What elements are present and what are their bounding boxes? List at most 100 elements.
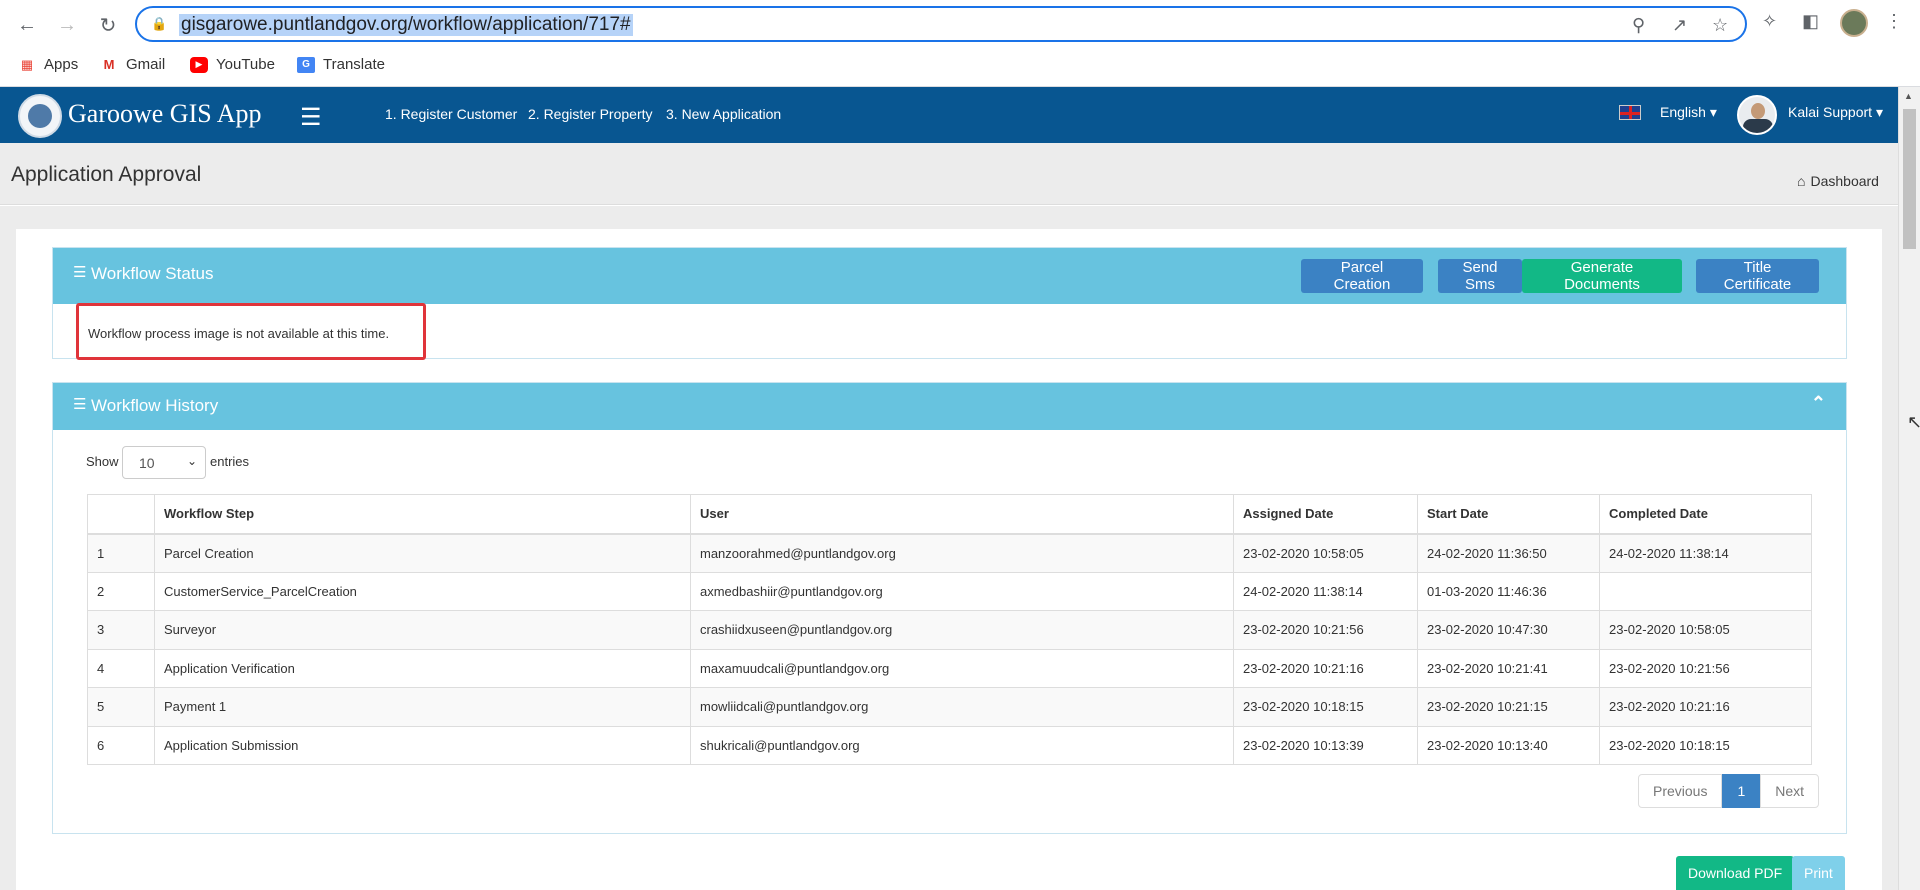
workflow-history-title: Workflow History <box>91 396 219 415</box>
column-header-workflow-step[interactable]: Workflow Step <box>154 494 691 535</box>
uk-flag-icon <box>1619 105 1641 120</box>
user-avatar[interactable] <box>1737 95 1777 135</box>
table-row: 6 Application Submission shukricali@punt… <box>87 725 1812 765</box>
app-logo[interactable] <box>18 94 62 138</box>
cell-user: axmedbashiir@puntlandgov.org <box>690 571 1234 611</box>
language-label: English <box>1660 104 1706 120</box>
bookmark-star-icon[interactable]: ☆ <box>1712 15 1728 36</box>
cell-completed-date: 23-02-2020 10:21:56 <box>1599 648 1812 688</box>
table-row: 5 Payment 1 mowliidcali@puntlandgov.org … <box>87 687 1812 727</box>
cell-assigned-date: 24-02-2020 11:38:14 <box>1233 571 1418 611</box>
nav-register-customer[interactable]: 1. Register Customer <box>385 106 517 122</box>
pagination: Previous 1 Next <box>1638 774 1820 808</box>
app-title[interactable]: Garoowe GIS App <box>68 99 262 129</box>
cell-index: 2 <box>87 571 155 611</box>
cell-index: 6 <box>87 725 155 765</box>
cell-assigned-date: 23-02-2020 10:58:05 <box>1233 533 1418 573</box>
bookmark-translate[interactable]: G Translate <box>297 56 385 73</box>
workflow-status-title: Workflow Status <box>91 264 214 283</box>
browser-chrome: ← → ↻ 🔒 gisgarowe.puntlandgov.org/workfl… <box>0 0 1920 87</box>
cell-start-date: 23-02-2020 10:21:15 <box>1417 687 1600 727</box>
bookmark-label: Translate <box>323 56 385 73</box>
cell-workflow-step: Payment 1 <box>154 687 691 727</box>
reload-icon[interactable]: ↻ <box>93 10 123 40</box>
language-dropdown[interactable]: English ▾ <box>1660 104 1717 121</box>
cell-start-date: 23-02-2020 10:47:30 <box>1417 610 1600 650</box>
cell-user: mowliidcali@puntlandgov.org <box>690 687 1234 727</box>
cell-index: 3 <box>87 610 155 650</box>
cell-completed-date: 23-02-2020 10:21:16 <box>1599 687 1812 727</box>
hamburger-menu-icon[interactable]: ☰ <box>300 103 322 132</box>
cell-workflow-step: Application Submission <box>154 725 691 765</box>
cell-completed-date: 23-02-2020 10:58:05 <box>1599 610 1812 650</box>
lock-icon: 🔒 <box>151 16 168 31</box>
bookmark-gmail[interactable]: M Gmail <box>100 56 166 73</box>
forward-icon[interactable]: → <box>52 10 82 40</box>
zoom-icon[interactable]: ⚲ <box>1632 15 1645 36</box>
column-header-index[interactable] <box>87 494 155 535</box>
pagination-previous[interactable]: Previous <box>1638 774 1723 808</box>
nav-new-application[interactable]: 3. New Application <box>666 106 781 122</box>
apps-grid-icon: ▦ <box>20 56 34 72</box>
table-row: 1 Parcel Creation manzoorahmed@puntlandg… <box>87 533 1812 573</box>
mouse-cursor-icon: ↖ <box>1907 412 1920 432</box>
address-bar[interactable]: 🔒 gisgarowe.puntlandgov.org/workflow/app… <box>135 6 1747 42</box>
bookmark-apps[interactable]: ▦ Apps <box>18 56 78 73</box>
cell-assigned-date: 23-02-2020 10:21:56 <box>1233 610 1418 650</box>
pagination-next[interactable]: Next <box>1760 774 1820 808</box>
caret-down-icon: ▾ <box>1709 104 1717 120</box>
page-scrollbar[interactable]: ▲ <box>1898 87 1920 890</box>
page-title: Application Approval <box>11 163 202 186</box>
pagination-page-1[interactable]: 1 <box>1722 774 1761 808</box>
side-panel-icon[interactable]: ◧ <box>1802 11 1819 32</box>
cell-user: shukricali@puntlandgov.org <box>690 725 1234 765</box>
send-sms-button[interactable]: Send Sms <box>1438 259 1522 293</box>
cell-index: 4 <box>87 648 155 688</box>
translate-icon: G <box>297 56 315 73</box>
home-icon: ⌂ <box>1797 173 1806 189</box>
print-button[interactable]: Print <box>1792 856 1845 890</box>
scrollbar-thumb[interactable] <box>1903 109 1916 249</box>
profile-avatar[interactable] <box>1840 9 1868 37</box>
column-header-user[interactable]: User <box>690 494 1234 535</box>
bookmark-youtube[interactable]: ▶ YouTube <box>190 56 275 73</box>
table-header-row: Workflow Step User Assigned Date Start D… <box>87 494 1812 535</box>
parcel-creation-button[interactable]: Parcel Creation <box>1301 259 1423 293</box>
workflow-history-header[interactable]: ☰ Workflow History ⌃ <box>53 383 1846 430</box>
extensions-icon[interactable]: ✧ <box>1762 11 1777 32</box>
bookmarks-bar: ▦ Apps M Gmail ▶ YouTube G Translate <box>0 52 1920 82</box>
share-icon[interactable]: ↗ <box>1672 15 1687 36</box>
nav-register-property[interactable]: 2. Register Property <box>528 106 653 122</box>
user-menu[interactable]: Kalai Support ▾ <box>1788 104 1883 121</box>
back-icon[interactable]: ← <box>12 10 42 40</box>
entries-label: entries <box>210 454 250 469</box>
breadcrumb[interactable]: ⌂ Dashboard <box>1797 173 1879 189</box>
cell-start-date: 24-02-2020 11:36:50 <box>1417 533 1600 573</box>
column-header-completed-date[interactable]: Completed Date <box>1599 494 1812 535</box>
table-row: 2 CustomerService_ParcelCreation axmedba… <box>87 571 1812 611</box>
entries-select[interactable]: 10 ⌄ <box>122 446 206 479</box>
scroll-up-icon[interactable]: ▲ <box>1904 91 1913 101</box>
app-header: Garoowe GIS App ☰ 1. Register Customer 2… <box>0 87 1898 143</box>
url-text[interactable]: gisgarowe.puntlandgov.org/workflow/appli… <box>179 14 633 36</box>
generate-documents-button[interactable]: Generate Documents <box>1522 259 1682 293</box>
table-row: 4 Application Verification maxamuudcali@… <box>87 648 1812 688</box>
workflow-status-panel: ☰ Workflow Status Parcel Creation Send S… <box>52 247 1847 360</box>
download-pdf-button[interactable]: Download PDF <box>1676 856 1795 890</box>
column-header-start-date[interactable]: Start Date <box>1417 494 1600 535</box>
gmail-icon: M <box>103 57 115 72</box>
workflow-status-message: Workflow process image is not available … <box>88 326 390 341</box>
column-header-assigned-date[interactable]: Assigned Date <box>1233 494 1418 535</box>
page-header: Application Approval ⌂ Dashboard <box>0 143 1898 205</box>
cell-index: 1 <box>87 533 155 573</box>
show-label: Show <box>86 454 119 469</box>
cell-user: maxamuudcali@puntlandgov.org <box>690 648 1234 688</box>
cell-start-date: 23-02-2020 10:21:41 <box>1417 648 1600 688</box>
breadcrumb-dashboard[interactable]: Dashboard <box>1810 173 1879 189</box>
cell-workflow-step: Parcel Creation <box>154 533 691 573</box>
menu-icon[interactable]: ⋮ <box>1885 11 1903 32</box>
cell-completed-date: 24-02-2020 11:38:14 <box>1599 533 1812 573</box>
chevron-up-icon[interactable]: ⌃ <box>1811 393 1826 414</box>
title-certificate-button[interactable]: Title Certificate <box>1696 259 1819 293</box>
chevron-down-icon: ⌄ <box>186 454 197 468</box>
